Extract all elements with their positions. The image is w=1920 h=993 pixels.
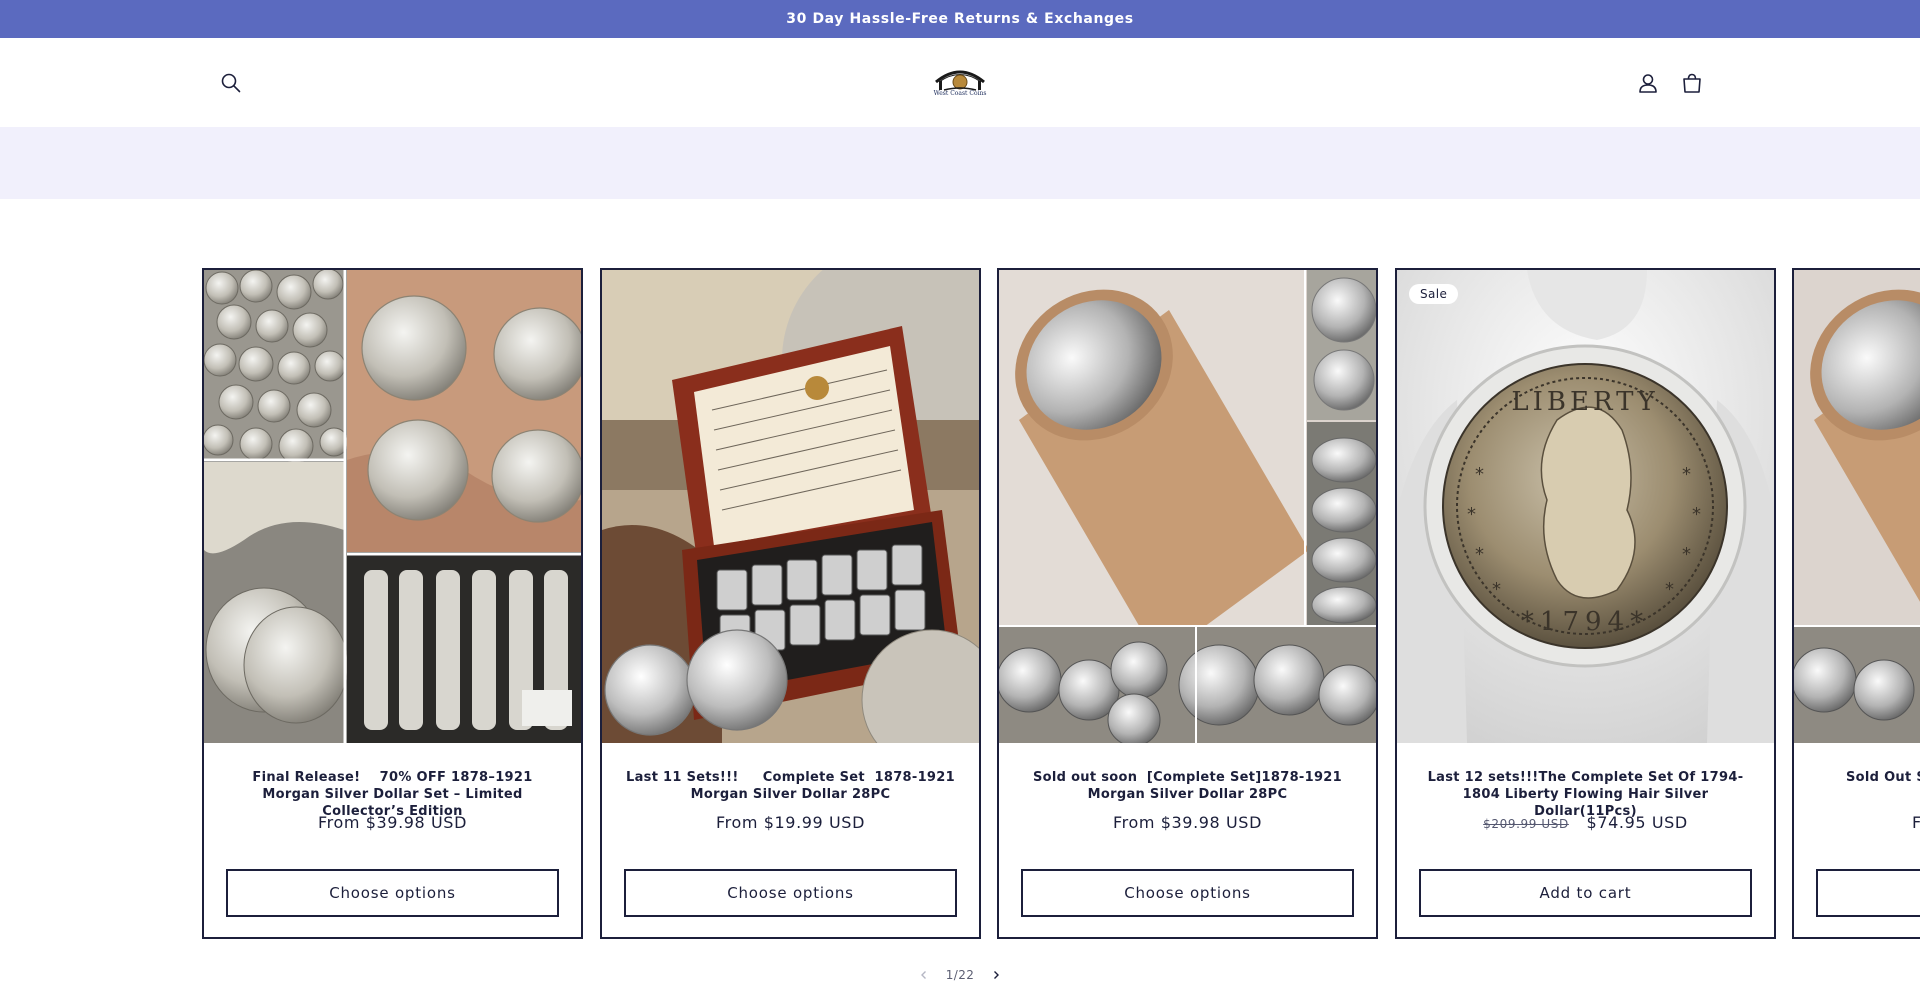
compare-at-price: $209.99 USD bbox=[1483, 817, 1569, 831]
product-card[interactable]: Sold out soon [Complete Set]1878-1921 Mo… bbox=[997, 268, 1378, 939]
product-image[interactable] bbox=[204, 270, 581, 743]
product-image[interactable] bbox=[602, 270, 979, 743]
product-card[interactable]: Final Release! 70% OFF 1878–1921 Morgan … bbox=[202, 268, 583, 939]
previous-slide-button[interactable] bbox=[902, 962, 946, 988]
account-icon bbox=[1639, 74, 1657, 93]
product-title[interactable]: Sold out soon [Complete Set]1878-1921 Mo… bbox=[1019, 769, 1356, 803]
svg-text:*: * bbox=[1492, 579, 1501, 600]
logo-text: West Coast Coins bbox=[933, 90, 987, 97]
svg-text:*: * bbox=[1475, 464, 1484, 485]
cart-button[interactable] bbox=[1675, 66, 1709, 100]
choose-options-button[interactable] bbox=[1816, 869, 1920, 917]
price-value: From $39.98 USD bbox=[318, 813, 467, 832]
promo-band bbox=[0, 127, 1920, 199]
carousel-pagination: 1/22 bbox=[0, 962, 1920, 988]
add-to-cart-button[interactable]: Add to cart bbox=[1419, 869, 1752, 917]
price-value: From $39.98 USD bbox=[1113, 813, 1262, 832]
site-header: West Coast Coins bbox=[0, 38, 1920, 127]
account-button[interactable] bbox=[1631, 66, 1665, 100]
choose-options-button[interactable]: Choose options bbox=[1021, 869, 1354, 917]
svg-text:*1794*: *1794* bbox=[1521, 607, 1649, 637]
product-title[interactable]: Sold Out S Set]1878-19 bbox=[1846, 769, 1920, 786]
product-price: F bbox=[1912, 813, 1920, 832]
price-value: From $19.99 USD bbox=[716, 813, 865, 832]
product-price: From $39.98 USD bbox=[204, 813, 581, 832]
product-image[interactable]: LIBERTY *1794* * * * * * * * * Sale bbox=[1397, 270, 1774, 743]
search-icon bbox=[221, 73, 241, 93]
product-card[interactable]: Sold Out S Set]1878-19 F bbox=[1792, 268, 1920, 939]
svg-text:*: * bbox=[1682, 464, 1691, 485]
product-carousel: Final Release! 70% OFF 1878–1921 Morgan … bbox=[0, 268, 1920, 940]
product-image[interactable] bbox=[999, 270, 1376, 743]
svg-text:*: * bbox=[1475, 544, 1484, 565]
product-title[interactable]: Last 11 Sets!!! Complete Set 1878-1921 M… bbox=[622, 769, 959, 803]
product-card[interactable]: Last 11 Sets!!! Complete Set 1878-1921 M… bbox=[600, 268, 981, 939]
logo-emblem-icon bbox=[935, 70, 985, 91]
product-price: $209.99 USD $74.95 USD bbox=[1397, 813, 1774, 832]
search-button[interactable] bbox=[214, 66, 248, 100]
choose-options-button[interactable]: Choose options bbox=[624, 869, 957, 917]
chevron-left-icon bbox=[920, 971, 926, 979]
next-slide-button[interactable] bbox=[974, 962, 1018, 988]
sale-price: $74.95 USD bbox=[1586, 813, 1688, 832]
svg-text:*: * bbox=[1692, 504, 1701, 525]
product-card[interactable]: LIBERTY *1794* * * * * * * * * Sale Last 12 se… bbox=[1395, 268, 1776, 939]
choose-options-button[interactable]: Choose options bbox=[226, 869, 559, 917]
chevron-right-icon bbox=[994, 971, 1000, 979]
product-price: From $19.99 USD bbox=[602, 813, 979, 832]
svg-text:*: * bbox=[1682, 544, 1691, 565]
svg-text:*: * bbox=[1665, 579, 1674, 600]
product-image[interactable] bbox=[1794, 270, 1920, 743]
announcement-text: 30 Day Hassle-Free Returns & Exchanges bbox=[786, 11, 1134, 27]
svg-text:*: * bbox=[1467, 504, 1476, 525]
price-value: F bbox=[1912, 813, 1920, 832]
product-price: From $39.98 USD bbox=[999, 813, 1376, 832]
svg-text:LIBERTY: LIBERTY bbox=[1511, 387, 1658, 417]
site-logo[interactable] bbox=[930, 60, 990, 104]
announcement-bar: 30 Day Hassle-Free Returns & Exchanges bbox=[0, 0, 1920, 38]
cart-icon bbox=[1683, 73, 1701, 93]
sale-badge: Sale bbox=[1409, 284, 1459, 304]
slide-counter: 1/22 bbox=[945, 968, 975, 982]
